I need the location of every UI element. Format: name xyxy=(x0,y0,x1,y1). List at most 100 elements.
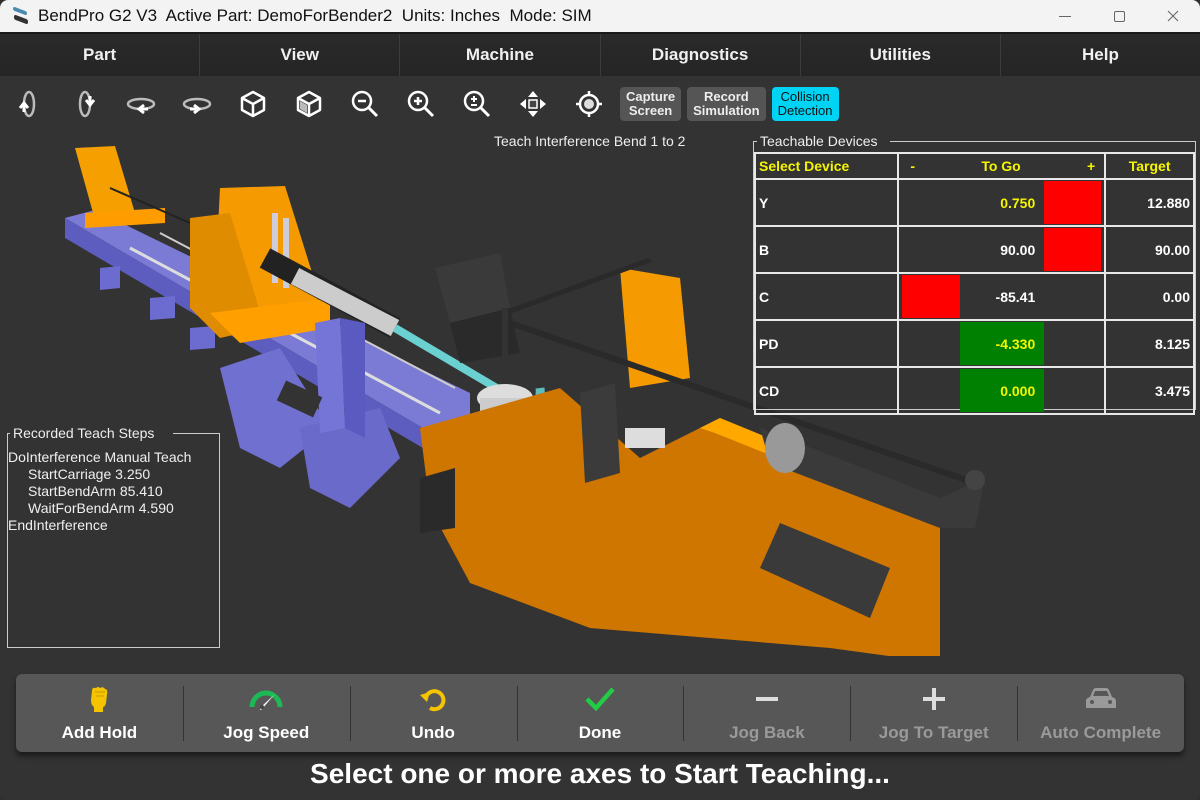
jog-to-target-button[interactable]: Jog To Target xyxy=(850,674,1017,752)
undo-label: Undo xyxy=(411,723,455,742)
togo-bar xyxy=(902,275,960,318)
menu-utilities[interactable]: Utilities xyxy=(801,34,1001,76)
fist-icon xyxy=(88,683,110,715)
togo-value: 0.000 xyxy=(1000,382,1036,399)
device-target: 0.00 xyxy=(1104,272,1195,321)
header-target: Target xyxy=(1104,152,1195,180)
device-target: 12.880 xyxy=(1104,178,1195,227)
rotate-x-down-icon[interactable] xyxy=(68,87,102,121)
record-simulation-label-1: Record xyxy=(703,89,749,104)
view-toolbar: Capture Screen Record Simulation Collision… xyxy=(0,80,1200,128)
auto-complete-button[interactable]: Auto Complete xyxy=(1017,674,1184,752)
step-item[interactable]: DoInterference Manual Teach xyxy=(8,449,191,466)
steps-list[interactable]: DoInterference Manual Teach StartCarriag… xyxy=(8,449,191,534)
car-icon xyxy=(1084,683,1118,715)
device-row-c[interactable]: C -85.41 0.00 xyxy=(753,272,1195,321)
rotate-x-up-icon[interactable] xyxy=(12,87,46,121)
header-to-go: - To Go + xyxy=(897,152,1107,180)
recorded-steps-panel: Recorded Teach Steps DoInterference Manu… xyxy=(7,425,220,648)
togo-value: -85.41 xyxy=(995,288,1036,305)
zoom-in-icon[interactable] xyxy=(404,87,438,121)
app-logo-icon xyxy=(12,7,30,25)
device-togo: 0.000 xyxy=(897,366,1107,415)
app-window: BendPro G2 V3 Active Part: DemoForBender… xyxy=(0,0,1200,800)
togo-value: -4.330 xyxy=(995,335,1036,352)
done-button[interactable]: Done xyxy=(516,674,684,752)
zoom-fit-icon[interactable] xyxy=(460,87,494,121)
view-iso-back-icon[interactable] xyxy=(292,87,326,121)
device-togo: 90.00 xyxy=(897,225,1107,274)
teachable-devices-panel: Teachable Devices Select Device - To Go … xyxy=(753,133,1196,415)
view-iso-front-icon[interactable] xyxy=(236,87,270,121)
devices-header-row: Select Device - To Go + Target xyxy=(753,152,1195,180)
window-title: BendPro G2 V3 Active Part: DemoForBender… xyxy=(38,6,592,25)
header-select-device: Select Device xyxy=(753,152,900,180)
header-to-go-label: To Go xyxy=(981,158,1021,174)
capture-screen-button[interactable]: Capture Screen xyxy=(620,87,682,121)
jog-to-target-label: Jog To Target xyxy=(878,723,989,742)
done-label: Done xyxy=(578,723,622,742)
add-hold-label: Add Hold xyxy=(61,723,138,742)
device-row-b[interactable]: B 90.00 90.00 xyxy=(753,225,1195,274)
devices-panel-legend: Teachable Devices xyxy=(760,133,878,149)
status-message: Select one or more axes to Start Teachin… xyxy=(310,758,890,789)
pan-icon[interactable] xyxy=(516,87,550,121)
togo-value: 0.750 xyxy=(1000,194,1036,211)
close-button[interactable] xyxy=(1146,0,1200,32)
close-icon xyxy=(1167,10,1179,22)
collision-detection-button[interactable]: Collision Detection xyxy=(771,87,839,121)
menu-part[interactable]: Part xyxy=(0,34,201,76)
device-target: 90.00 xyxy=(1104,225,1195,274)
zoom-out-icon[interactable] xyxy=(348,87,382,121)
plus-icon xyxy=(920,683,948,715)
jog-back-label: Jog Back xyxy=(729,723,805,742)
devices-table: Select Device - To Go + Target Y 0.750 1… xyxy=(753,152,1195,415)
rotate-y-right-icon[interactable] xyxy=(180,87,214,121)
jog-back-button[interactable]: Jog Back xyxy=(683,674,850,752)
speedometer-icon xyxy=(248,683,284,715)
device-row-y[interactable]: Y 0.750 12.880 xyxy=(753,178,1195,227)
device-name[interactable]: PD xyxy=(753,319,900,368)
action-bar: Add Hold Jog Speed Undo Done Jog Back Jo… xyxy=(16,674,1184,752)
window-controls xyxy=(1038,0,1200,32)
menu-bar: Part View Machine Diagnostics Utilities … xyxy=(0,32,1200,76)
checkmark-icon xyxy=(584,683,616,715)
device-name[interactable]: C xyxy=(753,272,900,321)
steps-panel-legend: Recorded Teach Steps xyxy=(13,425,155,441)
auto-complete-label: Auto Complete xyxy=(1040,723,1162,742)
3d-viewport[interactable]: Teach Interference Bend 1 to 2 Recorded … xyxy=(0,128,1200,656)
togo-value: 90.00 xyxy=(1000,241,1036,258)
minimize-button[interactable] xyxy=(1038,0,1092,32)
record-simulation-label-2: Simulation xyxy=(693,103,760,118)
step-item[interactable]: WaitForBendArm 4.590 xyxy=(8,500,191,517)
minus-icon xyxy=(753,683,781,715)
device-togo: 0.750 xyxy=(897,178,1107,227)
undo-button[interactable]: Undo xyxy=(349,674,517,752)
device-name[interactable]: CD xyxy=(753,366,900,415)
center-target-icon[interactable] xyxy=(572,87,606,121)
maximize-button[interactable] xyxy=(1092,0,1146,32)
device-row-cd[interactable]: CD 0.000 3.475 xyxy=(753,366,1195,415)
step-item[interactable]: EndInterference xyxy=(8,517,191,534)
add-hold-button[interactable]: Add Hold xyxy=(16,674,183,752)
header-minus: - xyxy=(910,158,916,174)
menu-machine[interactable]: Machine xyxy=(400,34,601,76)
step-item[interactable]: StartCarriage 3.250 xyxy=(8,466,191,483)
step-item[interactable]: StartBendArm 85.410 xyxy=(8,483,191,500)
capture-screen-label-1: Capture xyxy=(626,89,676,104)
jog-speed-button[interactable]: Jog Speed xyxy=(182,674,350,752)
menu-help[interactable]: Help xyxy=(1001,34,1200,76)
capture-screen-label-2: Screen xyxy=(628,103,673,118)
device-row-pd[interactable]: PD -4.330 8.125 xyxy=(753,319,1195,368)
viewport-title: Teach Interference Bend 1 to 2 xyxy=(494,133,686,149)
device-name[interactable]: B xyxy=(753,225,900,274)
device-togo: -4.330 xyxy=(897,319,1107,368)
menu-diagnostics[interactable]: Diagnostics xyxy=(601,34,801,76)
device-target: 3.475 xyxy=(1104,366,1195,415)
device-name[interactable]: Y xyxy=(753,178,900,227)
togo-bar xyxy=(1043,228,1102,271)
menu-view[interactable]: View xyxy=(200,34,401,76)
minimize-icon xyxy=(1059,15,1071,17)
record-simulation-button[interactable]: Record Simulation xyxy=(687,87,766,121)
rotate-y-left-icon[interactable] xyxy=(124,87,158,121)
